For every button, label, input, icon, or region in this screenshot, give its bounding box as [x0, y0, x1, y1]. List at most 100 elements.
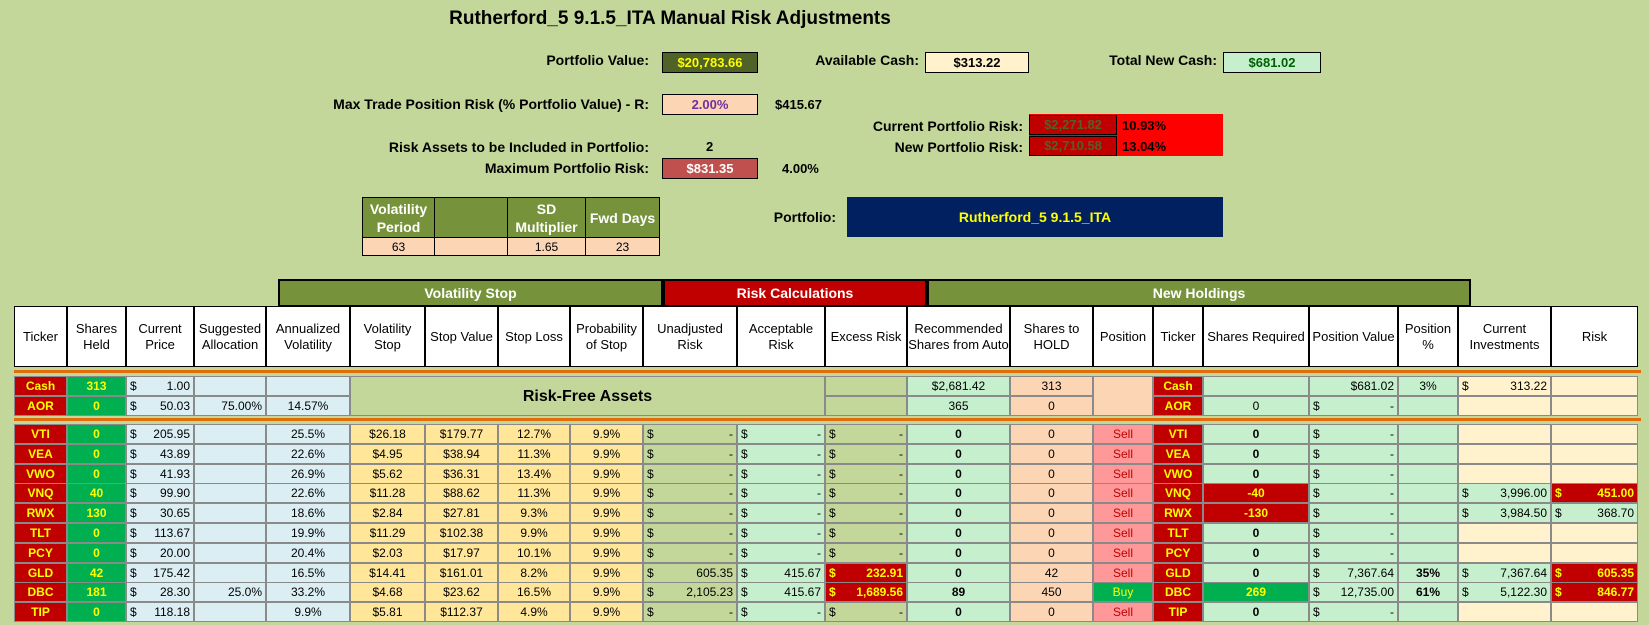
volatility-cell: 9.9%	[266, 602, 350, 623]
position-action-cell[interactable]: Sell	[1093, 424, 1153, 444]
cell-value: 7,367.64	[1500, 565, 1547, 580]
cell-value: 1,689.56	[856, 585, 903, 600]
position-action-cell[interactable]: Sell	[1093, 483, 1153, 504]
position-action-cell[interactable]: Sell	[1093, 562, 1153, 583]
position-action-cell[interactable]: Sell	[1093, 602, 1153, 623]
position-action-cell[interactable]: Sell	[1093, 443, 1153, 464]
available-cash-field[interactable]: $313.22	[925, 52, 1029, 73]
cell-value: 1.00	[166, 379, 190, 393]
shares-held-cell[interactable]: 130	[67, 503, 126, 524]
shares-hold-cell[interactable]: 0	[1010, 523, 1093, 543]
probability-cell: 9.9%	[570, 562, 643, 583]
shares-held-cell[interactable]: 40	[67, 483, 126, 504]
position-action-cell[interactable]: Sell	[1093, 503, 1153, 524]
volatility-stop-cell: $14.41	[350, 562, 425, 583]
shares-hold-cell[interactable]: 42	[1010, 562, 1093, 583]
allocation-cell[interactable]	[194, 542, 266, 563]
excess-risk-cell	[825, 396, 907, 416]
current-investment-cell	[1458, 602, 1551, 623]
shares-hold-cell[interactable]: 0	[1010, 602, 1093, 623]
currency-symbol: $	[829, 446, 836, 461]
acceptable-risk-cell: $ -	[737, 483, 825, 504]
excess-risk-cell: $ -	[825, 463, 907, 484]
allocation-cell[interactable]	[194, 463, 266, 484]
ticker-cell: GLD	[1153, 562, 1203, 583]
current-investment-cell	[1458, 523, 1551, 543]
shares-hold-cell[interactable]: 0	[1010, 463, 1093, 484]
shares-hold-cell[interactable]: 0	[1010, 443, 1093, 464]
max-trade-risk-field[interactable]: 2.00%	[662, 94, 758, 115]
param-blank[interactable]	[434, 237, 508, 256]
shares-held-cell[interactable]: 42	[67, 562, 126, 583]
shares-held-cell[interactable]: 0	[67, 523, 126, 543]
shares-hold-cell[interactable]: 313	[1010, 376, 1093, 396]
param-sd-multiplier[interactable]: 1.65	[507, 237, 586, 256]
shares-held-cell[interactable]: 0	[67, 443, 126, 464]
excess-risk-cell: $ -	[825, 424, 907, 444]
allocation-cell[interactable]: 25.0%	[194, 582, 266, 603]
shares-hold-cell[interactable]: 0	[1010, 483, 1093, 504]
position-pct-cell	[1398, 483, 1458, 504]
allocation-cell[interactable]	[194, 376, 266, 396]
allocation-cell[interactable]	[194, 503, 266, 524]
position-value-cell: $ -	[1309, 503, 1398, 524]
excess-risk-cell: $ -	[825, 503, 907, 524]
total-new-cash-field[interactable]: $681.02	[1223, 52, 1321, 73]
allocation-cell[interactable]	[194, 602, 266, 623]
currency-symbol: $	[741, 446, 748, 461]
shares-held-cell[interactable]: 0	[67, 542, 126, 563]
cell-value: -	[729, 545, 733, 560]
portfolio-value-field[interactable]: $20,783.66	[662, 52, 758, 73]
cell-value: -	[1390, 399, 1394, 413]
acceptable-risk-cell: $ -	[737, 542, 825, 563]
position-action-cell[interactable]: Sell	[1093, 523, 1153, 543]
stop-value-cell: $112.37	[425, 602, 498, 623]
position-action-cell[interactable]: Sell	[1093, 542, 1153, 563]
recommended-shares-cell: 0	[907, 463, 1010, 484]
risk-assets-count[interactable]: 2	[706, 139, 713, 154]
shares-held-cell[interactable]: 313	[67, 376, 126, 396]
cell-value: -	[899, 526, 903, 540]
shares-hold-cell[interactable]: 0	[1010, 424, 1093, 444]
ticker-cell: DBC	[1153, 582, 1203, 603]
shares-hold-cell[interactable]: 0	[1010, 542, 1093, 563]
allocation-cell[interactable]: 75.00%	[194, 396, 266, 416]
param-fwd-days[interactable]: 23	[585, 237, 660, 256]
column-header: Shares to HOLD	[1010, 306, 1093, 367]
unadjusted-risk-cell: $605.35	[643, 562, 737, 583]
currency-symbol: $	[741, 585, 748, 600]
acceptable-risk-cell: $415.67	[737, 562, 825, 583]
shares-held-cell[interactable]: 0	[67, 424, 126, 444]
allocation-cell[interactable]	[194, 562, 266, 583]
risk-cell	[1551, 376, 1638, 396]
column-header: Probability of Stop	[570, 306, 643, 367]
shares-held-cell[interactable]: 181	[67, 582, 126, 603]
cell-value: -	[1390, 466, 1394, 481]
unadjusted-risk-cell: $ -	[643, 602, 737, 623]
shares-held-cell[interactable]: 0	[67, 396, 126, 416]
shares-hold-cell[interactable]: 0	[1010, 503, 1093, 524]
shares-hold-cell[interactable]: 450	[1010, 582, 1093, 603]
unadjusted-risk-cell: $ -	[643, 424, 737, 444]
column-header: Acceptable Risk	[737, 306, 825, 367]
position-action-cell[interactable]: Sell	[1093, 463, 1153, 484]
shares-hold-cell[interactable]: 0	[1010, 396, 1093, 416]
ticker-cell: PCY	[1153, 542, 1203, 563]
allocation-cell[interactable]	[194, 483, 266, 504]
ticker-cell: VEA	[14, 443, 67, 464]
allocation-cell[interactable]	[194, 424, 266, 444]
shares-held-cell[interactable]: 0	[67, 463, 126, 484]
position-value-cell: $12,735.00	[1309, 582, 1398, 603]
stop-value-cell: $27.81	[425, 503, 498, 524]
shares-held-cell[interactable]: 0	[67, 602, 126, 623]
column-header: Ticker	[1153, 306, 1203, 367]
position-value-cell: $681.02	[1309, 376, 1398, 396]
allocation-cell[interactable]	[194, 443, 266, 464]
param-volatility-period[interactable]: 63	[362, 237, 435, 256]
param-header-fwd: Fwd Days	[585, 197, 660, 238]
position-action-cell[interactable]: Buy	[1093, 582, 1153, 603]
allocation-cell[interactable]	[194, 523, 266, 543]
position-pct-cell	[1398, 463, 1458, 484]
cell-value: -	[1390, 605, 1394, 620]
cell-value: -	[899, 545, 903, 560]
